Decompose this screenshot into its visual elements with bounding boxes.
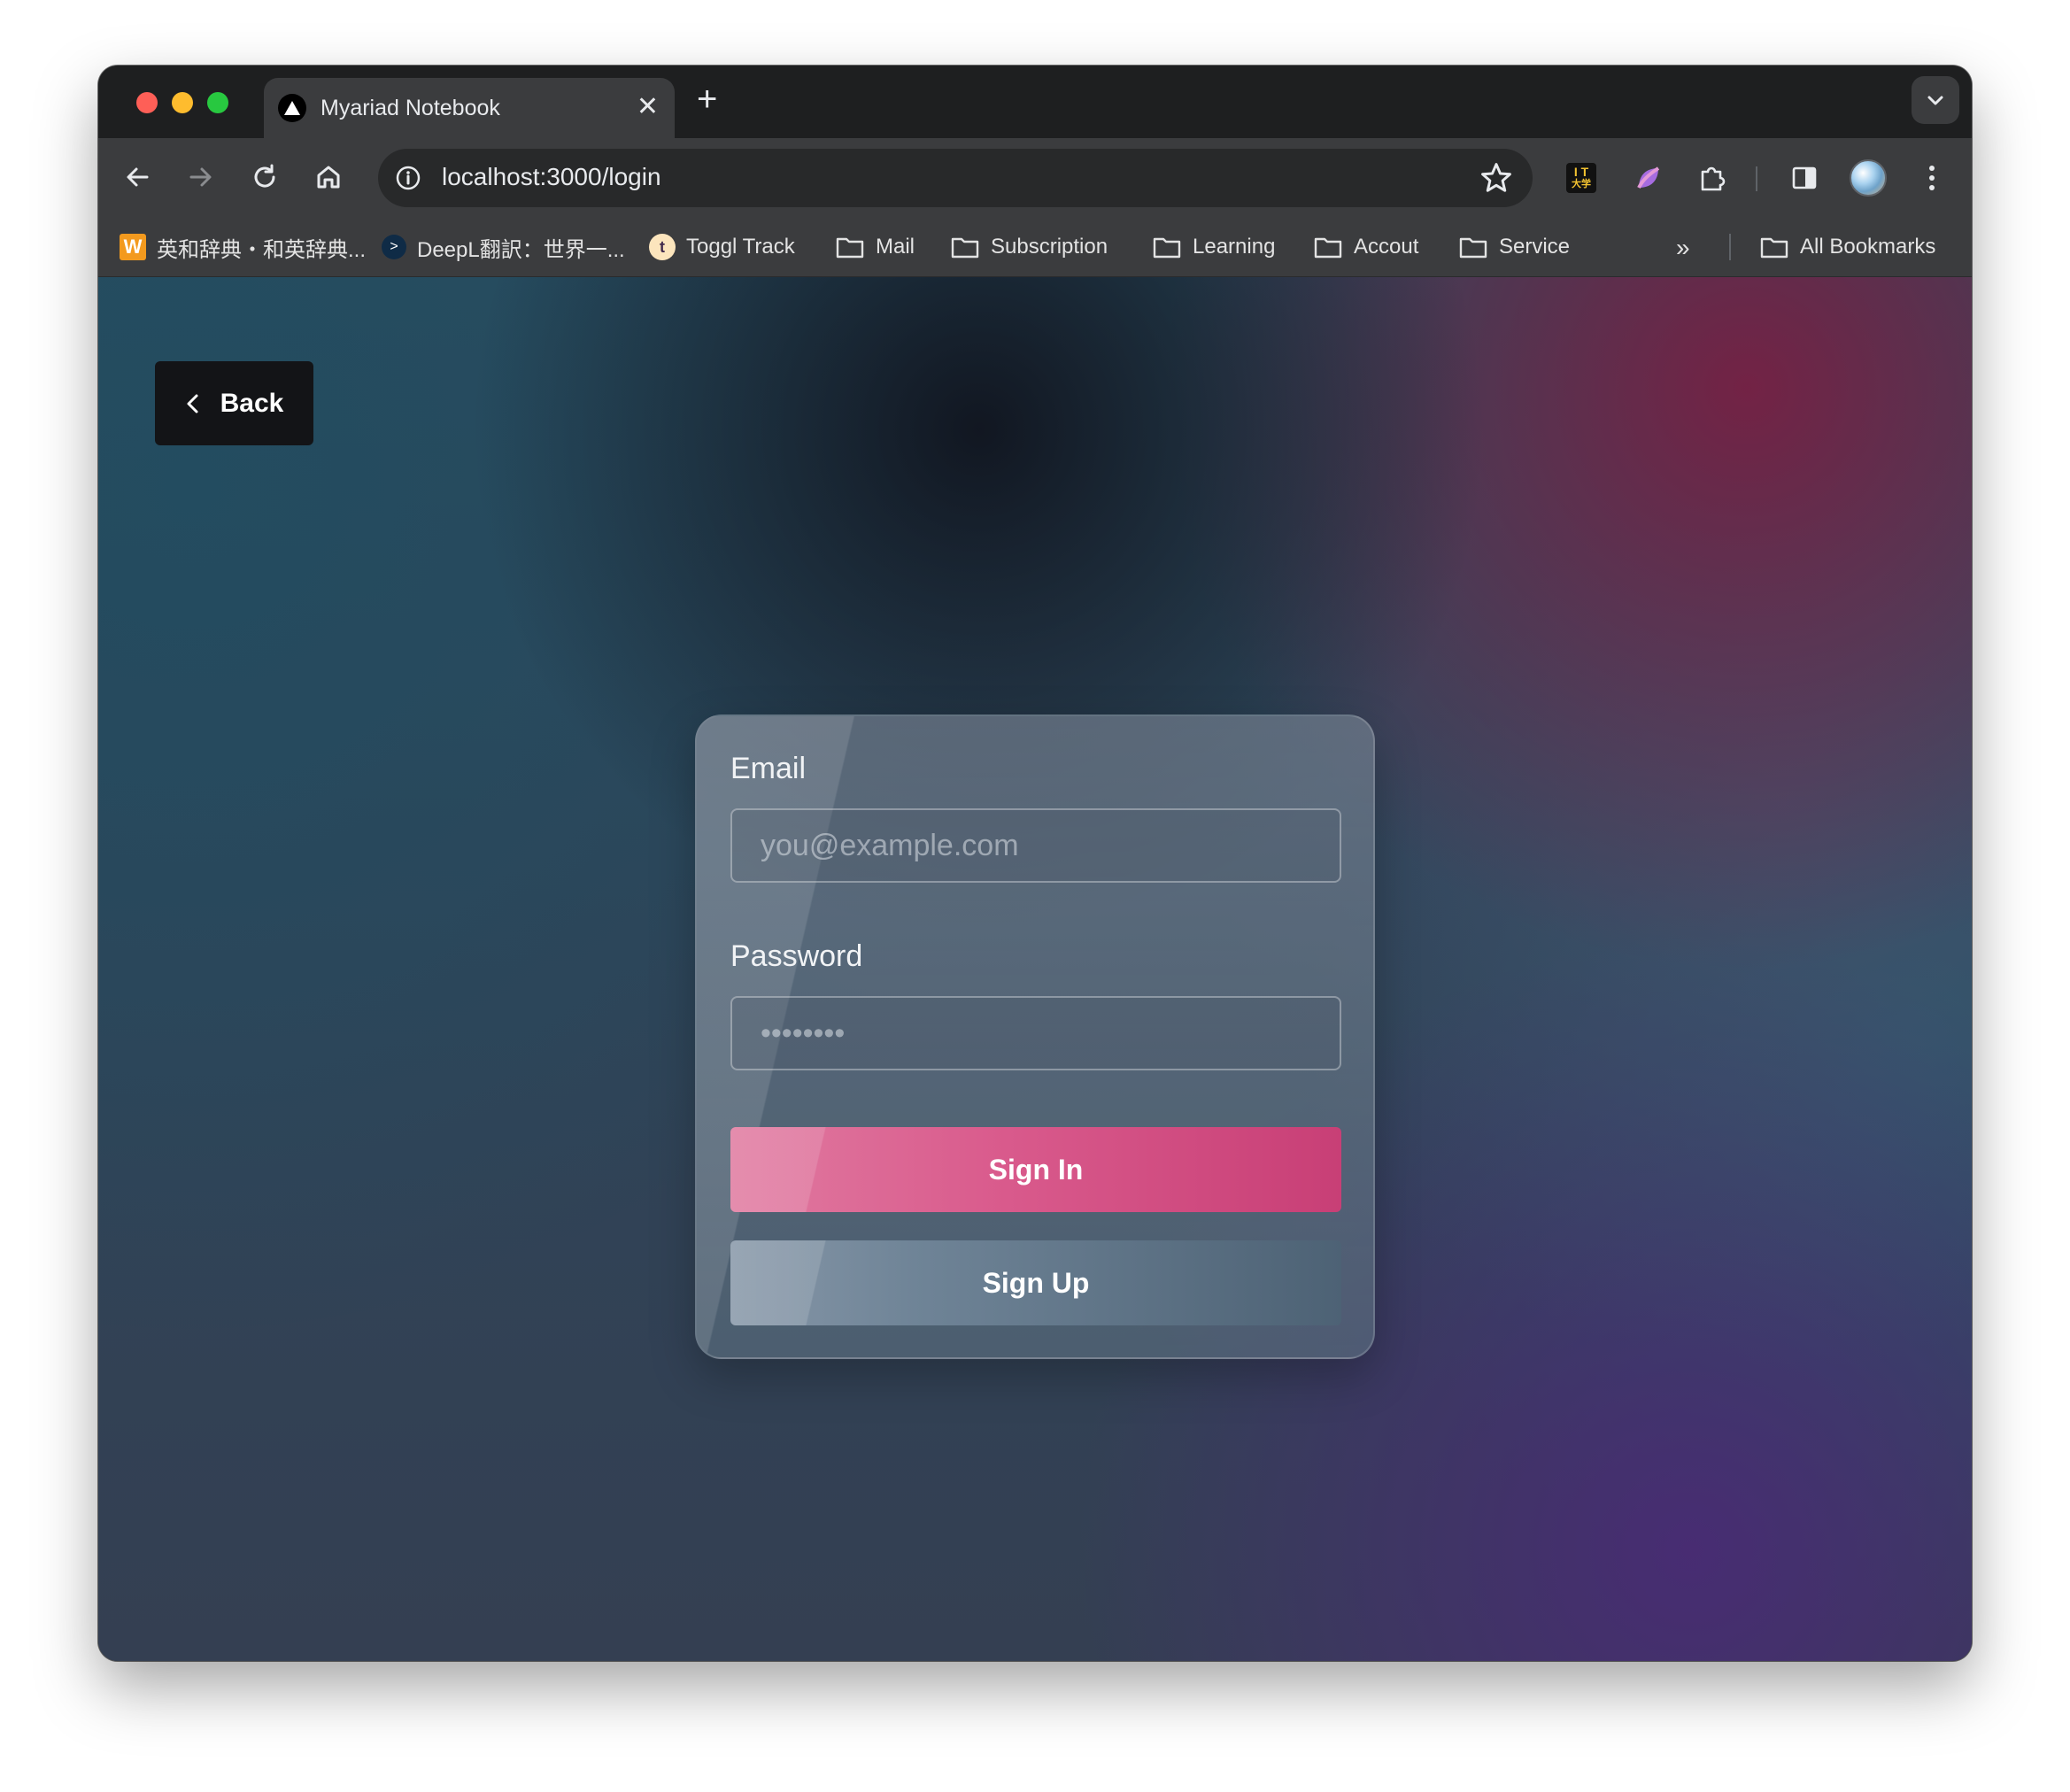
bookmark-folder-subscription[interactable]: Subscription [950,232,1108,262]
login-page: Back Email Password Sign In Sign Up [98,277,1972,1661]
profile-avatar[interactable] [1850,159,1887,197]
bookmark-label: Mail [876,235,915,259]
sign-up-label: Sign Up [982,1266,1090,1299]
new-tab-button[interactable]: + [697,81,717,117]
bookmark-label: All Bookmarks [1800,235,1936,259]
bookmark-label: Service [1499,235,1571,259]
url-text: localhost:3000/login [442,163,661,190]
bookmark-folder-learning[interactable]: Learning [1152,232,1275,262]
chevron-down-icon [1927,96,1943,105]
folder-icon [1313,235,1343,259]
bookmarks-divider [1729,234,1731,260]
tab-myariad-notebook[interactable]: Myariad Notebook ✕ [264,78,675,138]
triangle-favicon-icon [278,94,306,122]
bookmark-label: Toggl Track [686,235,795,259]
maximize-window-button[interactable] [207,92,228,113]
sign-in-button[interactable]: Sign In [730,1127,1341,1212]
close-window-button[interactable] [136,92,158,113]
back-button-label: Back [220,388,284,418]
kebab-menu-icon[interactable] [1913,159,1950,197]
bookmark-toggl-track[interactable]: t Toggl Track [649,232,795,262]
it-extension-line2: 大学 [1572,179,1591,189]
it-extension-line1: I T [1573,165,1589,179]
password-label: Password [730,939,863,973]
minimize-window-button[interactable] [172,92,193,113]
bookmark-folder-mail[interactable]: Mail [835,232,915,262]
back-button[interactable]: Back [155,361,313,445]
folder-icon [835,235,865,259]
deepl-icon: > [382,235,406,259]
sign-in-label: Sign In [988,1153,1084,1186]
bookmarks-overflow-icon[interactable]: » [1676,234,1690,262]
folder-icon [950,235,980,259]
bookmark-label: 英和辞典・和英辞典... [157,237,367,262]
browser-toolbar: localhost:3000/login I T 大学 [98,138,1972,218]
home-icon[interactable] [311,159,346,195]
folder-icon [1759,235,1789,259]
login-card: Email Password Sign In Sign Up [695,714,1375,1359]
tab-close-icon[interactable]: ✕ [637,92,659,122]
sign-up-button[interactable]: Sign Up [730,1240,1341,1325]
tab-title: Myariad Notebook [321,96,500,120]
bookmark-weblio[interactable]: W 英和辞典・和英辞典... [120,232,366,262]
email-label: Email [730,752,807,785]
email-field[interactable] [730,808,1341,883]
bookmark-label: Subscription [991,235,1108,259]
folder-icon [1152,235,1182,259]
bookmark-label: Learning [1193,235,1276,259]
bookmark-label: Accout [1354,235,1419,259]
tab-strip: Myariad Notebook ✕ + [98,66,1972,138]
puzzle-extensions-icon[interactable] [1694,159,1731,197]
reload-icon[interactable] [247,159,282,195]
bookmark-star-icon[interactable] [1479,161,1513,195]
chevron-left-icon [187,394,198,413]
all-bookmarks-folder[interactable]: All Bookmarks [1759,232,1935,262]
bookmark-folder-accout[interactable]: Accout [1313,232,1418,262]
it-daigaku-extension-icon[interactable]: I T 大学 [1566,163,1596,193]
purple-extension-icon[interactable] [1630,159,1667,197]
folder-icon [1458,235,1488,259]
address-bar[interactable]: localhost:3000/login [378,149,1533,207]
side-panel-icon[interactable] [1786,159,1823,197]
bookmark-folder-service[interactable]: Service [1458,232,1570,262]
bookmark-deepl[interactable]: > DeepL翻訳：世界一... [382,232,625,262]
password-field[interactable] [730,996,1341,1070]
site-info-icon[interactable] [390,160,426,196]
back-arrow-icon[interactable] [120,159,155,195]
toolbar-divider [1756,166,1757,191]
tab-search-button[interactable] [1912,76,1959,124]
forward-arrow-icon[interactable] [183,159,219,195]
weblio-icon: W [120,234,146,260]
toggl-icon: t [649,234,676,260]
browser-window: Myariad Notebook ✕ + localhost:3000/logi… [98,66,1972,1661]
bookmarks-bar: W 英和辞典・和英辞典... > DeepL翻訳：世界一... t Toggl … [98,218,1972,277]
bookmark-label: DeepL翻訳：世界一... [417,237,625,262]
